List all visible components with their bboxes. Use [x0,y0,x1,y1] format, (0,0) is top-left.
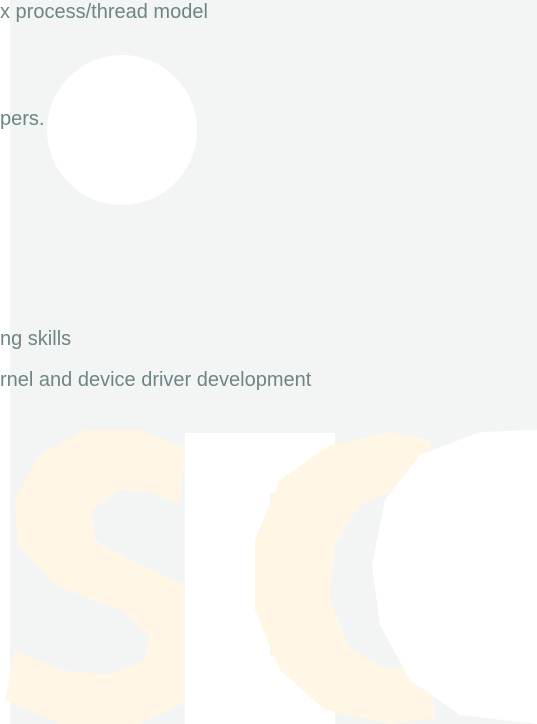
logo-s-letter [5,430,212,724]
sec-logo [5,430,537,724]
